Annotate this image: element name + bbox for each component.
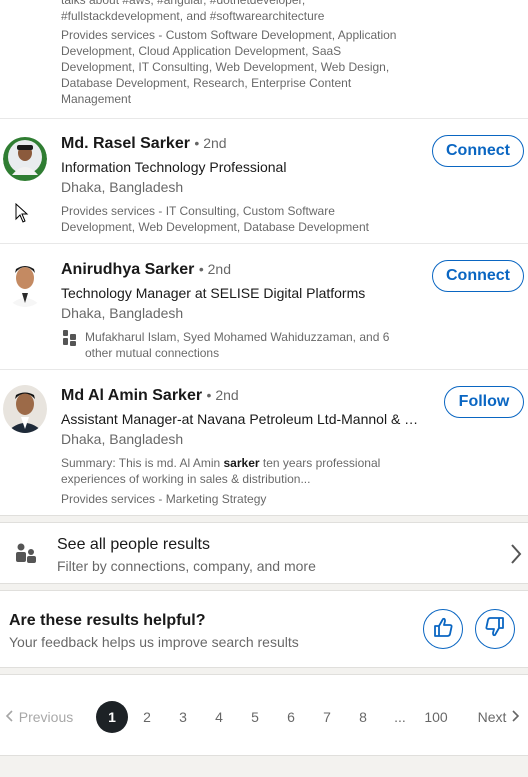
person-services: Provides services - Marketing Strategy — [61, 492, 267, 506]
person-name-line[interactable]: Md Al Amin Sarker • 2nd — [61, 385, 423, 406]
people-icon — [15, 543, 37, 568]
page-button[interactable]: 2 — [138, 701, 156, 733]
connect-button[interactable]: Connect — [432, 260, 524, 292]
see-all-subtitle: Filter by connections, company, and more — [57, 558, 316, 574]
follow-button[interactable]: Follow — [444, 386, 524, 418]
person-body: Md. Rasel Sarker • 2nd Information Techn… — [61, 133, 426, 235]
thumbs-down-icon — [484, 616, 506, 643]
person-name[interactable]: Anirudhya Sarker — [61, 261, 194, 278]
person-location: Dhaka, Bangladesh — [61, 305, 184, 321]
next-button[interactable]: Next — [472, 701, 526, 733]
people-icon — [63, 330, 77, 350]
person-body: Anirudhya Sarker • 2nd Technology Manage… — [61, 259, 426, 361]
feedback-card: Are these results helpful? Your feedback… — [0, 590, 528, 668]
chevron-right-icon — [510, 543, 522, 570]
avatar[interactable] — [3, 259, 47, 307]
thumbs-down-button[interactable] — [475, 609, 515, 649]
person-name-line[interactable]: Anirudhya Sarker • 2nd — [61, 259, 426, 280]
next-label: Next — [477, 709, 507, 725]
feedback-title: Are these results helpful? — [9, 612, 206, 629]
see-all-title: See all people results — [57, 536, 210, 553]
mouse-cursor-icon — [15, 202, 29, 228]
person-headline: Assistant Manager-at Navana Petroleum Lt… — [61, 411, 423, 427]
summary-highlight: sarker — [223, 456, 260, 470]
services-text: Provides services - Custom Software Deve… — [61, 28, 397, 106]
person-result: Anirudhya Sarker • 2nd Technology Manage… — [0, 243, 528, 369]
page-button[interactable]: 4 — [210, 701, 228, 733]
person-name[interactable]: Md Al Amin Sarker — [61, 387, 202, 404]
thumbs-up-button[interactable] — [423, 609, 463, 649]
page-button[interactable]: 3 — [174, 701, 192, 733]
feedback-subtitle: Your feedback helps us improve search re… — [9, 634, 299, 650]
person-body: Md Al Amin Sarker • 2nd Assistant Manage… — [61, 385, 423, 507]
connection-degree: • 2nd — [194, 135, 227, 151]
chevron-right-icon — [512, 709, 520, 725]
person-result: Md. Rasel Sarker • 2nd Information Techn… — [0, 118, 528, 243]
summary-text: Summary: This is md. Al Amin — [61, 456, 224, 470]
page-button-current[interactable]: 1 — [96, 701, 128, 733]
person-summary: Summary: This is md. Al Amin sarker ten … — [61, 455, 391, 487]
chevron-left-icon — [5, 709, 13, 725]
page-button[interactable]: 5 — [246, 701, 264, 733]
connect-button[interactable]: Connect — [432, 135, 524, 167]
search-results-card: talks about #aws, #angular, #dotnetdevel… — [0, 0, 528, 516]
previous-result-snippet: talks about #aws, #angular, #dotnetdevel… — [61, 0, 406, 115]
person-headline: Information Technology Professional — [61, 159, 287, 175]
see-all-people-results[interactable]: See all people results Filter by connect… — [0, 522, 528, 584]
person-name[interactable]: Md. Rasel Sarker — [61, 135, 190, 152]
connection-degree: • 2nd — [198, 261, 231, 277]
person-services: Provides services - IT Consulting, Custo… — [61, 204, 369, 234]
page-button[interactable]: 7 — [318, 701, 336, 733]
mutual-connections[interactable]: Mufakharul Islam, Syed Mohamed Wahiduzza… — [61, 329, 401, 361]
mutual-names: Mufakharul Islam, Syed Mohamed Wahiduzza… — [85, 330, 357, 344]
hashtag-snippet: talks about #aws, #angular, #dotnetdevel… — [61, 0, 325, 23]
thumbs-up-icon — [432, 616, 454, 643]
person-headline: Technology Manager at SELISE Digital Pla… — [61, 285, 366, 301]
person-name-line[interactable]: Md. Rasel Sarker • 2nd — [61, 133, 426, 154]
page-button[interactable]: 6 — [282, 701, 300, 733]
connection-degree: • 2nd — [206, 387, 239, 403]
page-ellipsis: ... — [394, 709, 406, 725]
person-location: Dhaka, Bangladesh — [61, 179, 184, 195]
person-result: Md Al Amin Sarker • 2nd Assistant Manage… — [0, 369, 528, 516]
pagination: Previous 1 2 3 4 5 6 7 8 ... 100 Next — [0, 674, 528, 756]
avatar[interactable] — [3, 135, 47, 183]
page-button[interactable]: 100 — [422, 701, 450, 733]
previous-label: Previous — [18, 709, 74, 725]
previous-button[interactable]: Previous — [2, 701, 76, 733]
avatar[interactable] — [3, 385, 47, 433]
person-location: Dhaka, Bangladesh — [61, 431, 184, 447]
page-button[interactable]: 8 — [354, 701, 372, 733]
